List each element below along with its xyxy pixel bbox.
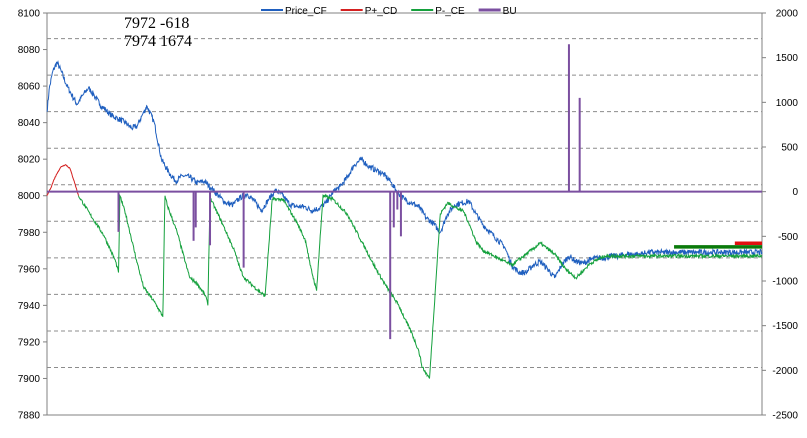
annotation-text: 7972 -618	[124, 15, 189, 32]
plot-frame	[46, 12, 763, 416]
left-tick-label: 8080	[18, 45, 41, 56]
left-tick-label: 7900	[18, 374, 41, 385]
annotations: 7972 -6187974 1674	[124, 15, 192, 50]
legend-label-price-cf: Price_CF	[285, 6, 327, 17]
right-tick-label: -500	[778, 232, 798, 243]
right-tick-label: 1500	[776, 53, 799, 64]
left-axis-ticks: 7880 7900 7920 7940 7960 7980 8000 8020 8040 8060…	[18, 9, 47, 422]
right-tick-label: -1500	[772, 321, 798, 332]
left-tick-label: 7920	[18, 337, 41, 348]
right-tick-label: 2000	[776, 9, 799, 20]
left-tick-label: 7880	[18, 411, 41, 422]
left-tick-label: 8020	[18, 155, 41, 166]
legend-label-bu: BU	[503, 6, 517, 17]
legend-label-p-cd: P+_CD	[365, 6, 398, 17]
left-tick-label: 7960	[18, 264, 41, 275]
right-tick-label: -1000	[772, 277, 798, 288]
line-chart: 7880 7900 7920 7940 7960 7980 8000 8020 8040 8060…	[18, 6, 799, 422]
left-tick-label: 8100	[18, 9, 41, 20]
left-tick-label: 7980	[18, 228, 41, 239]
chart-container: 7880 7900 7920 7940 7960 7980 8000 8020 8040 8060…	[0, 0, 807, 433]
right-axis-ticks: -2500 -2000 -1500 -1000 -500 0 500 1000 1500 2000	[762, 9, 798, 422]
right-tick-label: 1000	[776, 98, 799, 109]
left-tick-label: 8040	[18, 118, 41, 129]
right-tick-label: -2000	[772, 366, 798, 377]
left-tick-label: 8060	[18, 82, 41, 93]
annotation-text: 7974 1674	[124, 33, 192, 50]
right-tick-label: 0	[792, 187, 798, 198]
right-tick-label: 500	[781, 143, 798, 154]
right-tick-label: -2500	[772, 411, 798, 422]
legend-label-p-ce: P-_CE	[435, 6, 465, 17]
left-tick-label: 7940	[18, 301, 41, 312]
left-tick-label: 8000	[18, 191, 41, 202]
